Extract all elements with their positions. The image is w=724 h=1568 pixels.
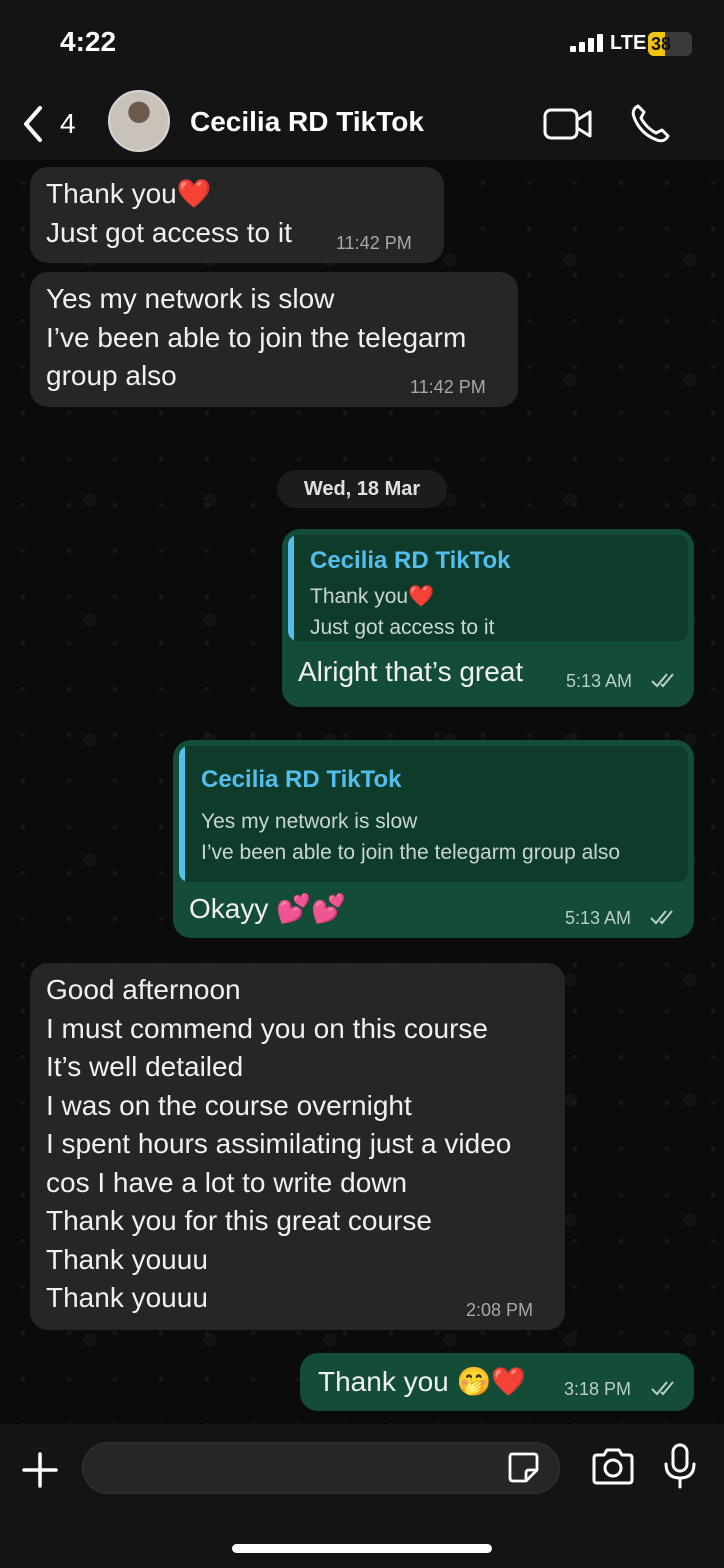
quoted-message[interactable]: Cecilia RD TikTok Yes my network is slow… [179, 746, 688, 882]
composer-bar [0, 1424, 724, 1568]
read-receipt-icon [650, 910, 673, 925]
plus-icon[interactable] [20, 1450, 60, 1490]
microphone-icon[interactable] [662, 1442, 698, 1490]
message-time: 11:42 PM [410, 377, 486, 397]
message-text: Thank you❤️ Just got access to it [46, 178, 292, 248]
chevron-left-icon [24, 106, 42, 142]
message-text: Alright that’s great [298, 656, 524, 687]
unread-count: 4 [60, 108, 76, 139]
quoted-message[interactable]: Cecilia RD TikTok Thank you❤️ Just got a… [288, 535, 688, 641]
quote-accent-bar [179, 746, 185, 882]
outgoing-message[interactable]: Cecilia RD TikTok Thank you❤️ Just got a… [282, 529, 694, 707]
phone-icon[interactable] [628, 102, 672, 146]
quote-accent-bar [288, 535, 294, 641]
message-time: 3:18 PM [564, 1379, 632, 1399]
quote-author: Cecilia RD TikTok [310, 547, 511, 574]
battery-level: 38 [651, 34, 672, 54]
chat-header: 4 Cecilia RD TikTok [0, 88, 724, 160]
read-receipt-icon [651, 673, 674, 688]
status-time: 4:22 [60, 26, 117, 57]
incoming-message[interactable]: Yes my network is slow I’ve been able to… [30, 272, 518, 407]
message-text: Yes my network is slow I’ve been able to… [46, 283, 467, 391]
quote-text: Yes my network is slow I’ve been able to… [201, 810, 621, 864]
quote-author: Cecilia RD TikTok [201, 766, 402, 793]
message-text: Good afternoon I must commend you on thi… [46, 974, 512, 1313]
home-indicator[interactable] [232, 1544, 492, 1553]
read-receipt-icon [651, 1381, 674, 1396]
back-button[interactable]: 4 [18, 102, 88, 146]
incoming-message[interactable]: Thank you❤️ Just got access to it 11:42 … [30, 167, 444, 263]
message-time: 5:13 AM [566, 671, 633, 691]
avatar[interactable] [108, 90, 170, 152]
battery-icon: 38 [648, 32, 692, 56]
message-list[interactable]: Thank you❤️ Just got access to it 11:42 … [0, 160, 724, 1424]
network-type: LTE [610, 32, 647, 54]
message-text: Okayy 💕💕 [189, 893, 346, 924]
quote-text: Thank you❤️ Just got access to it [310, 585, 495, 639]
sticker-icon[interactable] [506, 1450, 540, 1484]
message-time: 11:42 PM [336, 233, 412, 253]
outgoing-message[interactable]: Cecilia RD TikTok Yes my network is slow… [173, 740, 694, 938]
message-time: 2:08 PM [466, 1300, 534, 1320]
contact-name[interactable]: Cecilia RD TikTok [190, 106, 424, 138]
status-bar: 4:22 LTE 38 [0, 0, 724, 88]
date-separator: Wed, 18 Mar [277, 470, 447, 508]
incoming-message[interactable]: Good afternoon I must commend you on thi… [30, 963, 565, 1330]
message-input[interactable] [82, 1442, 560, 1494]
signal-icon [570, 34, 606, 52]
camera-icon[interactable] [590, 1446, 636, 1488]
message-text: Thank you 🤭❤️ [318, 1366, 527, 1397]
outgoing-message[interactable]: Thank you 🤭❤️ 3:18 PM [300, 1353, 694, 1411]
video-call-icon[interactable] [542, 104, 594, 144]
message-time: 5:13 AM [565, 908, 632, 928]
